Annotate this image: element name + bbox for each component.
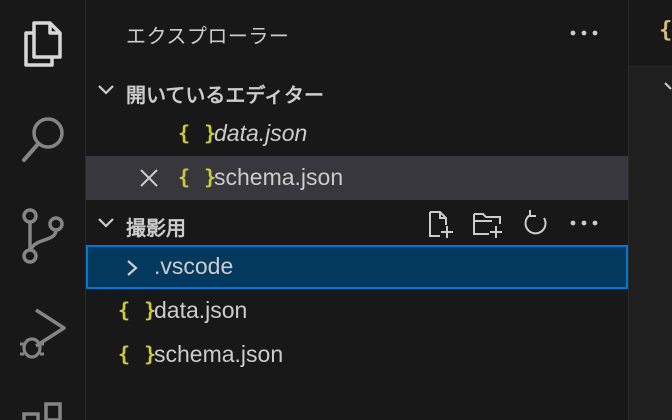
activity-bar bbox=[0, 0, 86, 420]
more-actions-icon[interactable] bbox=[564, 16, 604, 50]
json-braces-icon: { } bbox=[178, 121, 218, 145]
new-file-icon[interactable] bbox=[422, 207, 458, 241]
editor-tab-strip[interactable]: { bbox=[629, 0, 672, 67]
new-folder-icon[interactable] bbox=[470, 207, 506, 241]
tree-item-label: .vscode bbox=[154, 253, 234, 279]
open-editors-title: 開いているエディター bbox=[126, 85, 324, 107]
workspace-section-header[interactable]: 撮影用 bbox=[86, 201, 628, 245]
search-icon[interactable] bbox=[0, 96, 86, 184]
open-editor-filename: data.json bbox=[214, 120, 308, 146]
open-editor-item-data-json[interactable]: { } data.json bbox=[86, 112, 628, 156]
open-editor-filename: schema.json bbox=[214, 164, 344, 190]
editor-area: { bbox=[628, 0, 672, 420]
close-icon[interactable] bbox=[138, 167, 160, 195]
open-editor-item-schema-json[interactable]: { } schema.json bbox=[86, 156, 628, 200]
json-braces-icon: { } bbox=[118, 342, 158, 366]
refresh-icon[interactable] bbox=[518, 207, 554, 241]
workspace-title: 撮影用 bbox=[126, 218, 186, 240]
explorer-title: エクスプローラー bbox=[126, 26, 290, 48]
chevron-down-icon bbox=[96, 213, 116, 239]
json-braces-icon: { } bbox=[118, 298, 158, 322]
explorer-icon[interactable] bbox=[0, 0, 86, 88]
extensions-icon[interactable] bbox=[0, 384, 86, 420]
explorer-header: エクスプローラー bbox=[86, 0, 628, 66]
run-debug-icon[interactable] bbox=[0, 288, 86, 376]
json-braces-icon: { bbox=[659, 18, 672, 43]
tree-item-label: schema.json bbox=[154, 341, 284, 367]
chevron-right-icon bbox=[124, 257, 140, 284]
source-control-icon[interactable] bbox=[0, 192, 86, 280]
tree-item-data-json[interactable]: { } data.json bbox=[86, 289, 628, 333]
tree-item-vscode-folder[interactable]: .vscode bbox=[86, 245, 628, 289]
explorer-sidebar: エクスプローラー 開いているエディター { } data.json { } sc… bbox=[86, 0, 628, 420]
chevron-down-icon[interactable] bbox=[663, 78, 672, 99]
more-actions-icon[interactable] bbox=[566, 206, 602, 240]
open-editors-section-header[interactable]: 開いているエディター bbox=[86, 68, 628, 112]
tree-item-label: data.json bbox=[154, 297, 248, 323]
chevron-down-icon bbox=[96, 80, 116, 106]
json-braces-icon: { } bbox=[178, 165, 218, 189]
tree-item-schema-json[interactable]: { } schema.json bbox=[86, 333, 628, 377]
